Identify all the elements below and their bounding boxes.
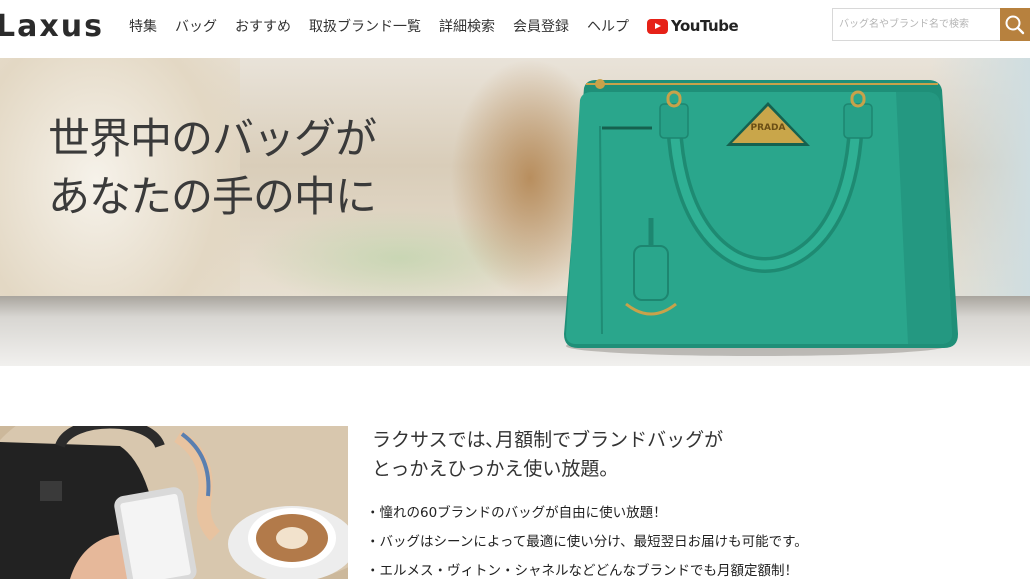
search-button[interactable] xyxy=(1000,8,1030,41)
bag-logo-text: PRADA xyxy=(751,123,786,133)
feature-list: ・憧れの60ブランドのバッグが自由に使い放題！ ・バッグはシーンによって最適に使… xyxy=(366,499,808,586)
intro-heading-line-1: ラクサスでは､月額制でブランドバッグが xyxy=(372,429,724,451)
youtube-label: YouTube xyxy=(671,17,739,35)
feature-item: ・バッグはシーンによって最適に使い分け、最短翌日お届けも可能です。 xyxy=(366,534,808,550)
intro-heading: ラクサスでは､月額制でブランドバッグが とっかえひっかえ使い放題。 xyxy=(372,426,723,484)
search-input[interactable] xyxy=(832,8,1000,41)
intro-lifestyle-photo xyxy=(0,426,348,579)
nav-item-brand-list[interactable]: 取扱ブランド一覧 xyxy=(309,16,421,36)
hero-banner: 世界中のバッグが あなたの手の中に PRADA xyxy=(0,58,1030,366)
intro-heading-line-2: とっかえひっかえ使い放題。 xyxy=(372,458,619,480)
nav-item-features[interactable]: 特集 xyxy=(129,16,157,36)
search-icon xyxy=(1005,15,1025,35)
nav-item-register[interactable]: 会員登録 xyxy=(513,16,569,36)
site-header: Laxus 特集 バッグ おすすめ 取扱ブランド一覧 詳細検索 会員登録 ヘルプ… xyxy=(0,0,1030,59)
feature-item: ・エルメス・ヴィトン・シャネルなどどんなブランドでも月額定額制！ xyxy=(366,563,798,579)
nav-item-advanced-search[interactable]: 詳細検索 xyxy=(439,16,495,36)
search-bar xyxy=(832,8,1030,41)
hero-title: 世界中のバッグが あなたの手の中に xyxy=(48,110,377,226)
hero-title-line-2: あなたの手の中に xyxy=(48,172,377,221)
site-logo[interactable]: Laxus xyxy=(0,9,104,44)
lifestyle-illustration xyxy=(0,426,348,579)
feature-item: ・憧れの60ブランドのバッグが自由に使い放題！ xyxy=(366,505,667,521)
youtube-link[interactable]: YouTube xyxy=(647,17,739,35)
handbag-image: PRADA xyxy=(564,79,958,356)
nav-item-help[interactable]: ヘルプ xyxy=(587,16,629,36)
main-nav: 特集 バッグ おすすめ 取扱ブランド一覧 詳細検索 会員登録 ヘルプ YouTu… xyxy=(129,0,739,52)
youtube-icon xyxy=(647,18,668,34)
nav-item-recommended[interactable]: おすすめ xyxy=(235,16,291,36)
hero-title-line-1: 世界中のバッグが xyxy=(48,114,377,163)
nav-item-bags[interactable]: バッグ xyxy=(175,16,217,36)
